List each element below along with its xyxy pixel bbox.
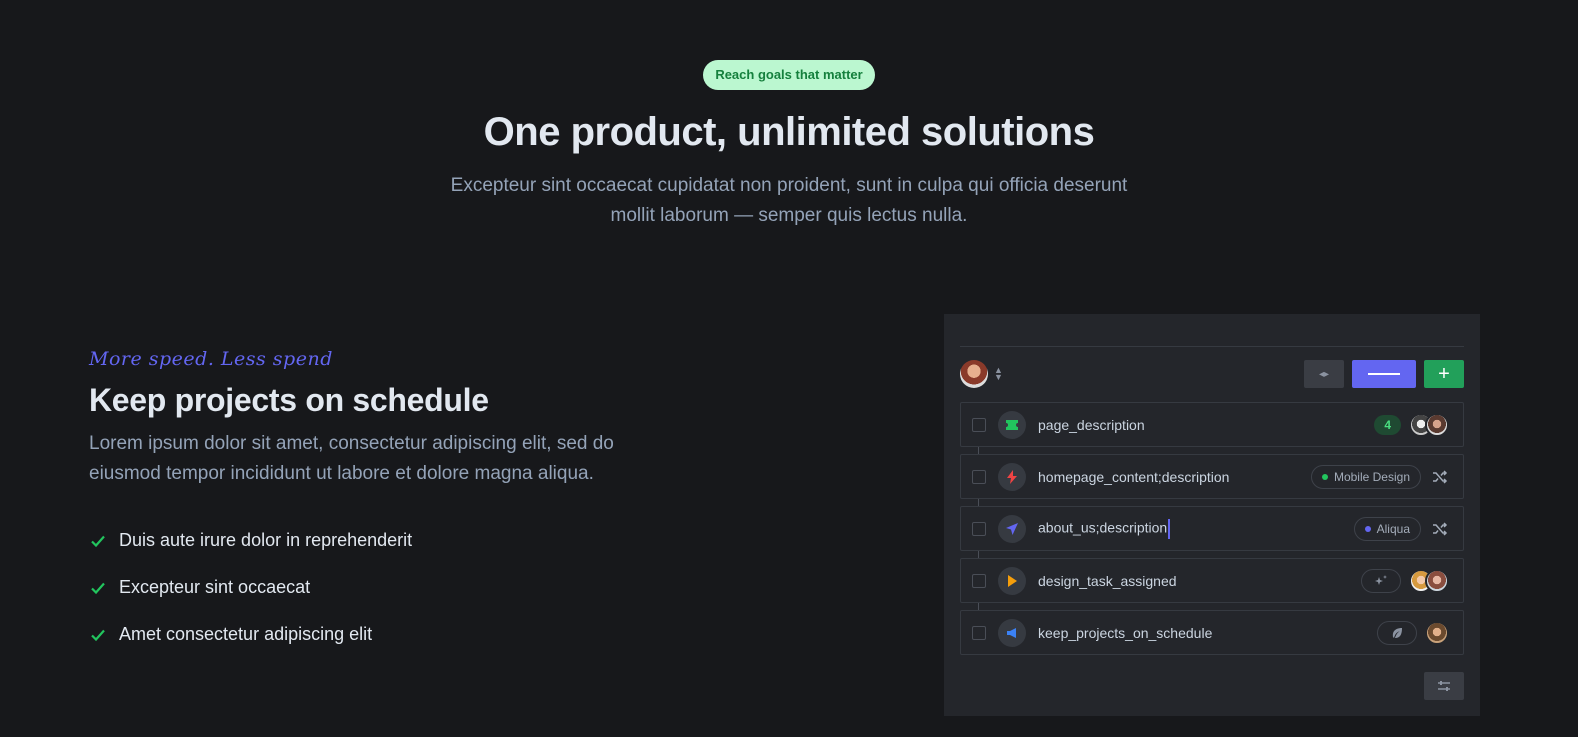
task-label: about_us;description xyxy=(1038,519,1168,536)
hero-section: Reach goals that matter One product, unl… xyxy=(0,60,1578,231)
assignees xyxy=(1409,412,1449,437)
task-checkbox[interactable] xyxy=(972,521,986,536)
sparkle-icon[interactable] xyxy=(1361,568,1401,593)
tag-dot xyxy=(1364,525,1371,532)
task-label: page_description xyxy=(1038,416,1145,433)
check-icon xyxy=(89,579,107,597)
tag-label: Aliqua xyxy=(1376,521,1410,536)
tag-mobile-design[interactable]: Mobile Design xyxy=(1310,464,1421,489)
divider xyxy=(960,346,1464,347)
leaf-icon[interactable] xyxy=(1377,620,1417,645)
feature-list: Duis aute irure dolor in reprehenderit E… xyxy=(89,517,649,658)
feature-list-item: Excepteur sint occaecat xyxy=(89,564,649,611)
assignees xyxy=(1409,568,1449,593)
panel-header: ▲ ▼ ◂▸ + xyxy=(960,360,1464,388)
tag-dot xyxy=(1321,473,1328,480)
ticket-icon xyxy=(998,410,1026,439)
tag-aliqua[interactable]: Aliqua xyxy=(1353,516,1421,541)
text-caret xyxy=(1168,518,1171,539)
feature-item-text: Amet consectetur adipiscing elit xyxy=(119,624,373,644)
feature-list-item: Amet consectetur adipiscing elit xyxy=(89,611,649,658)
task-row[interactable]: about_us;description Aliqua xyxy=(960,506,1464,559)
bolt-icon xyxy=(998,462,1026,491)
feature-title: Keep projects on schedule xyxy=(89,382,489,418)
shuffle-icon[interactable] xyxy=(1431,520,1449,538)
code-icon: ◂▸ xyxy=(1318,368,1330,380)
sliders-icon xyxy=(1438,681,1450,691)
task-panel: ▲ ▼ ◂▸ + page_description 4 homepage_con… xyxy=(944,314,1480,716)
feature-list-item: Duis aute irure dolor in reprehenderit xyxy=(89,517,649,564)
assignees xyxy=(1425,620,1449,645)
hero-subtitle: Excepteur sint occaecat cupidatat non pr… xyxy=(450,175,1128,226)
task-checkbox[interactable] xyxy=(972,469,986,484)
task-row[interactable]: design_task_assigned xyxy=(960,558,1464,611)
navigation-icon xyxy=(998,514,1026,543)
shuffle-icon[interactable] xyxy=(1431,468,1449,486)
task-checkbox[interactable] xyxy=(972,417,986,432)
plus-icon: + xyxy=(1438,362,1450,385)
megaphone-icon xyxy=(998,618,1026,647)
avatar xyxy=(1425,412,1449,437)
task-checkbox[interactable] xyxy=(972,573,986,588)
check-icon xyxy=(89,532,107,550)
feature-lead: Lorem ipsum dolor sit amet, consectetur … xyxy=(89,433,614,484)
hero-badge: Reach goals that matter xyxy=(703,60,875,90)
add-button[interactable]: + xyxy=(1424,360,1464,388)
avatar xyxy=(1425,568,1449,593)
feature-section: More speed. Less spend Keep projects on … xyxy=(89,348,649,658)
task-label: design_task_assigned xyxy=(1038,572,1177,589)
avatar xyxy=(1425,620,1449,645)
tag-label: Mobile Design xyxy=(1333,469,1410,484)
hero-title: One product, unlimited solutions xyxy=(483,110,1095,154)
sort-icon[interactable]: ▲ ▼ xyxy=(994,366,1003,382)
feature-item-text: Duis aute irure dolor in reprehenderit xyxy=(119,530,413,550)
line-icon xyxy=(1368,373,1400,375)
user-avatar[interactable] xyxy=(960,360,988,388)
task-row[interactable]: page_description 4 xyxy=(960,402,1464,455)
code-button[interactable]: ◂▸ xyxy=(1304,360,1344,388)
task-label-editing[interactable]: about_us;description xyxy=(1038,518,1354,539)
comment-count-badge: 4 xyxy=(1374,414,1401,435)
task-row[interactable]: keep_projects_on_schedule xyxy=(960,610,1464,655)
task-checkbox[interactable] xyxy=(972,625,986,640)
task-label: keep_projects_on_schedule xyxy=(1038,624,1213,641)
task-row[interactable]: homepage_content;description Mobile Desi… xyxy=(960,454,1464,507)
feature-item-text: Excepteur sint occaecat xyxy=(119,577,311,597)
task-label: homepage_content;description xyxy=(1038,468,1230,485)
check-icon xyxy=(89,626,107,644)
action-button[interactable] xyxy=(1352,360,1416,388)
task-list: page_description 4 homepage_content;desc… xyxy=(960,402,1464,662)
filter-settings-button[interactable] xyxy=(1424,672,1464,700)
feature-kicker: More speed. Less spend xyxy=(89,348,333,370)
play-icon xyxy=(998,566,1026,595)
